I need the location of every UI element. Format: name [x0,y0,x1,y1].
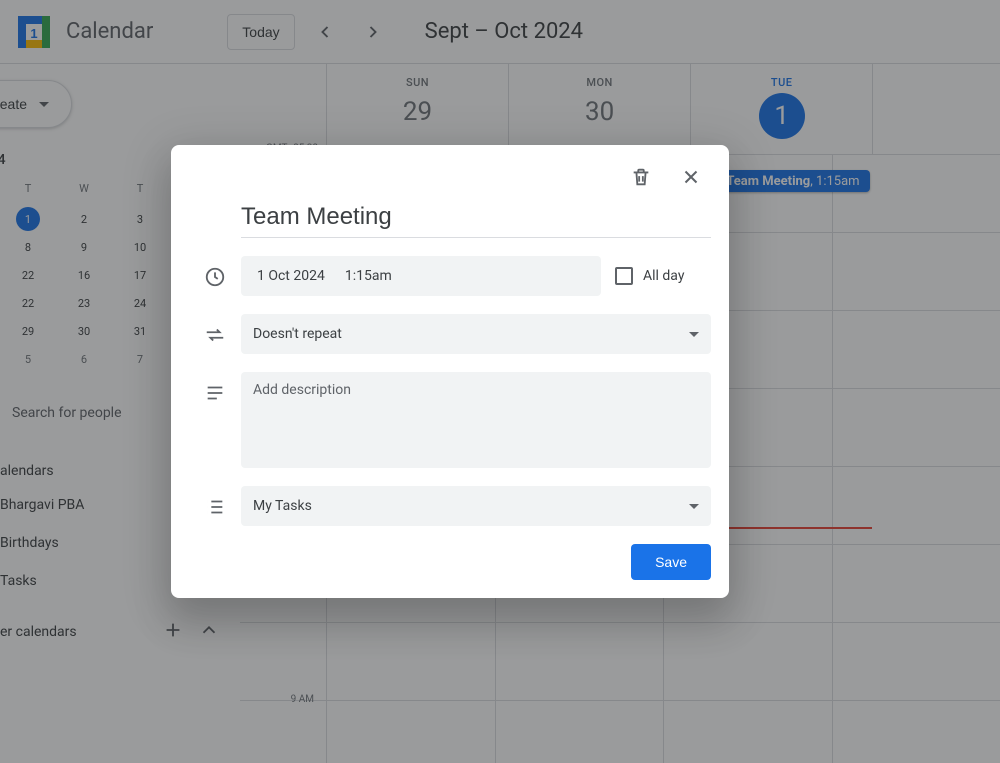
modal-overlay: 1 Oct 2024 1:15am All day Doesn't repeat [0,0,1000,763]
save-button[interactable]: Save [631,544,711,580]
task-editor-dialog: 1 Oct 2024 1:15am All day Doesn't repeat [171,145,729,598]
repeat-select[interactable]: Doesn't repeat [241,314,711,354]
clock-icon [204,266,226,288]
trash-icon [630,166,652,188]
task-title-input[interactable] [241,199,711,238]
description-input[interactable]: Add description [241,372,711,468]
task-list-select[interactable]: My Tasks [241,486,711,526]
date-picker[interactable]: 1 Oct 2024 [251,268,331,284]
description-icon [204,382,226,404]
checkbox-box [615,267,633,285]
close-button[interactable] [671,157,711,197]
all-day-checkbox[interactable]: All day [615,267,684,285]
delete-button[interactable] [621,157,661,197]
close-icon [680,166,702,188]
dropdown-caret-icon [689,504,699,509]
dropdown-caret-icon [689,332,699,337]
time-picker[interactable]: 1:15am [339,268,398,284]
list-icon [204,496,226,518]
repeat-icon [204,324,226,346]
